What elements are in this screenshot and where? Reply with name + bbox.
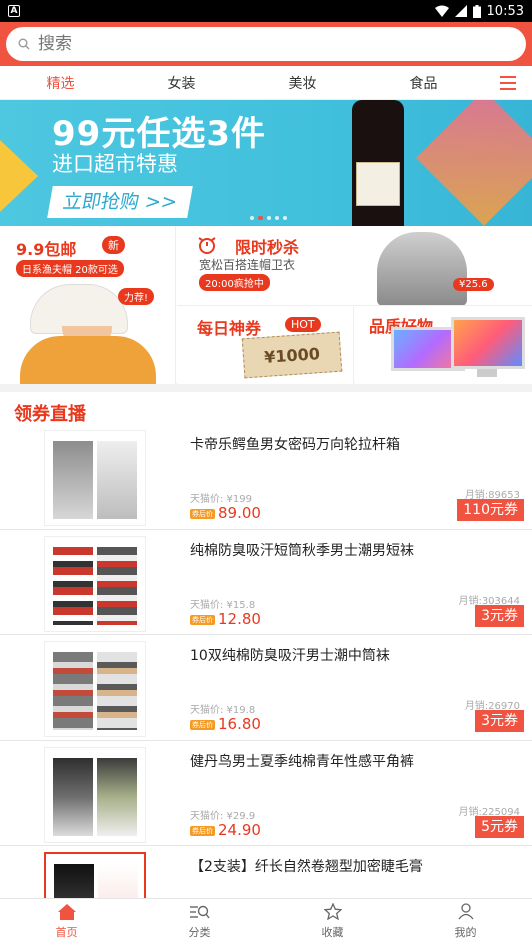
status-bar: A 10:53	[0, 0, 532, 22]
carousel-dot	[283, 216, 287, 220]
coupon-button[interactable]: 3元券	[475, 604, 524, 627]
tab-beauty[interactable]: 美妆	[242, 73, 363, 93]
tab-womenswear[interactable]: 女装	[121, 73, 242, 93]
product-title: 健丹鸟男士夏季纯棉青年性感平角裤	[190, 753, 414, 770]
carousel-dot-active	[258, 216, 263, 220]
new-badge: 新	[102, 236, 125, 254]
tab-label: 首页	[55, 925, 78, 939]
carousel-dot	[250, 216, 254, 220]
product-title: 【2支装】纤长自然卷翘型加密睫毛膏	[190, 859, 423, 875]
tab-featured[interactable]: 精选	[0, 73, 121, 93]
banner-cta-button[interactable]: 立即抢购 >>	[47, 186, 193, 218]
status-time: 10:53	[486, 3, 524, 19]
banner-decoration	[0, 140, 38, 212]
search-header	[0, 22, 532, 66]
home-icon	[57, 903, 76, 920]
promo-subtitle: 宽松百搭连帽卫衣	[199, 258, 296, 272]
promo-title: 限时秒杀	[235, 238, 300, 257]
coupon-price: 89.00	[218, 504, 261, 522]
bottom-tab-bar: 首页 分类 收藏 我的	[0, 898, 532, 944]
coupon-button[interactable]: 5元券	[475, 815, 524, 838]
product-list: 卡帝乐鳄鱼男女密码万向轮拉杆箱 天猫价: ¥199 月销:89653 券后价 8…	[0, 424, 532, 944]
price-tag: ¥25.6	[453, 278, 494, 291]
tab-label: 收藏	[321, 926, 344, 939]
product-item[interactable]: 健丹鸟男士夏季纯棉青年性感平角裤 天猫价: ¥29.9 月销:225094 券后…	[0, 741, 532, 846]
carousel-dot	[267, 216, 271, 220]
product-item[interactable]: 10双纯棉防臭吸汗男士潮中筒袜 天猫价: ¥19.8 月销:26970 券后价 …	[0, 635, 532, 741]
product-title: 纯棉防臭吸汗短筒秋季男士潮男短袜	[190, 542, 414, 559]
tab-favorites[interactable]: 收藏	[266, 899, 399, 944]
battery-icon	[472, 4, 481, 18]
wine-label-image	[356, 162, 400, 206]
promo-grid: 9.9包邮 新 日系渔夫帽 20款可选 力荐! 限时秒杀 宽松百搭连帽卫衣 20…	[0, 226, 532, 384]
coupon-image: ¥1000	[241, 331, 343, 379]
product-title: 卡帝乐鳄鱼男女密码万向轮拉杆箱	[190, 437, 400, 453]
carousel-dots	[250, 216, 287, 220]
promo-flash-sale[interactable]: 限时秒杀 宽松百搭连帽卫衣 20:00疯抢中 ¥25.6	[177, 226, 532, 306]
menu-icon[interactable]	[484, 75, 532, 90]
monitor-stand-image	[477, 369, 497, 377]
coupon-price: 24.90	[218, 820, 261, 839]
model-shirt-image	[20, 336, 156, 384]
coupon-button[interactable]: 110元券	[457, 499, 524, 521]
search-input[interactable]	[38, 34, 478, 54]
category-search-icon	[189, 905, 210, 918]
product-item[interactable]: 纯棉防臭吸汗短筒秋季男士潮男短袜 天猫价: ¥15.8 月销:303644 券后…	[0, 530, 532, 635]
promo-strip: 日系渔夫帽 20款可选	[16, 260, 124, 277]
tab-profile[interactable]: 我的	[399, 899, 532, 944]
alarm-clock-icon	[198, 237, 216, 254]
star-icon	[323, 903, 342, 920]
original-price: 天猫价: ¥199	[190, 494, 252, 505]
promo-time-strip: 20:00疯抢中	[199, 274, 270, 291]
product-image	[44, 430, 146, 526]
original-price: 天猫价: ¥15.8	[190, 599, 256, 611]
category-tabs: 精选 女装 美妆 食品	[0, 66, 532, 100]
user-icon	[457, 903, 474, 920]
tab-food[interactable]: 食品	[363, 73, 484, 93]
tab-label: 我的	[454, 926, 477, 939]
coupon-price: 16.80	[218, 715, 261, 733]
coupon-price: 12.80	[218, 609, 261, 628]
tab-label: 分类	[188, 925, 211, 939]
promo-daily-coupon[interactable]: 每日神券 HOT ¥1000	[177, 307, 354, 384]
original-price: 天猫价: ¥19.8	[190, 705, 256, 716]
wifi-icon	[434, 5, 449, 17]
product-item[interactable]: 卡帝乐鳄鱼男女密码万向轮拉杆箱 天猫价: ¥199 月销:89653 券后价 8…	[0, 424, 532, 530]
after-coupon-tag: 券后价	[190, 509, 215, 519]
promo-title: 每日神券	[197, 319, 262, 338]
after-coupon-tag: 券后价	[190, 825, 215, 836]
promo-quality-goods[interactable]: 品质好物	[355, 307, 532, 384]
search-bar[interactable]	[6, 27, 526, 61]
after-coupon-tag: 券后价	[190, 720, 215, 730]
product-image	[44, 641, 146, 737]
recommend-tag: 力荐!	[118, 288, 155, 305]
model-hoodie-image	[377, 232, 467, 305]
carousel-dot	[275, 216, 279, 220]
app-notification-icon: A	[8, 5, 20, 17]
product-title: 10双纯棉防臭吸汗男士潮中筒袜	[190, 648, 390, 664]
coupon-button[interactable]: 3元券	[475, 710, 524, 732]
tab-home[interactable]: 首页	[0, 899, 133, 944]
promo-free-shipping[interactable]: 9.9包邮 新 日系渔夫帽 20款可选 力荐!	[0, 226, 176, 384]
original-price: 天猫价: ¥29.9	[190, 810, 256, 822]
section-title: 领券直播	[14, 404, 86, 425]
signal-icon	[454, 5, 467, 17]
product-image	[44, 746, 146, 843]
after-coupon-tag: 券后价	[190, 614, 215, 625]
hot-badge: HOT	[285, 317, 321, 332]
monitor-image	[451, 317, 525, 369]
banner-decoration	[416, 100, 532, 226]
banner-subtitle: 进口超市特惠	[52, 152, 178, 176]
product-image	[44, 535, 146, 632]
section-divider	[0, 384, 532, 392]
tab-category[interactable]: 分类	[133, 899, 266, 944]
promo-banner[interactable]: 99元任选3件 进口超市特惠 立即抢购 >>	[0, 100, 532, 226]
promo-title: 9.9包邮	[16, 240, 77, 259]
search-icon	[18, 38, 30, 50]
